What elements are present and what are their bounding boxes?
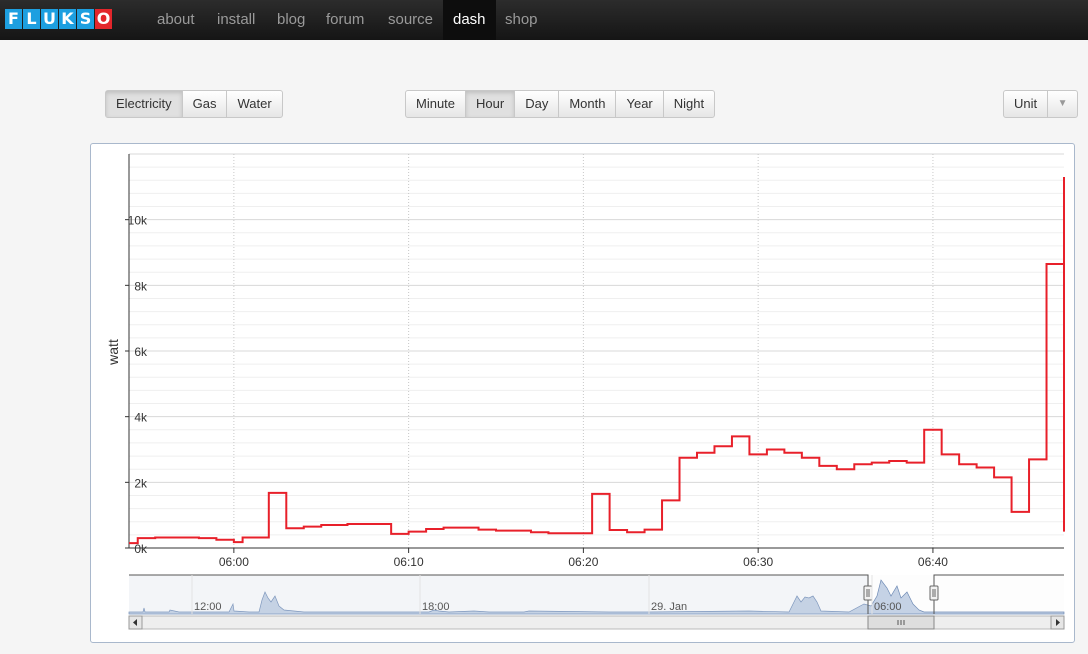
y-axis-label: watt [105, 339, 121, 366]
tab-gas[interactable]: Gas [181, 91, 227, 117]
resource-tabs: Electricity Gas Water [105, 90, 283, 118]
nav-dash[interactable]: dash [443, 0, 496, 40]
tab-hour[interactable]: Hour [465, 91, 515, 117]
navigator-label: 12:00 [194, 601, 222, 613]
top-navbar: F L U K S O about install blog forum sou… [0, 0, 1088, 40]
interval-tabs: Minute Hour Day Month Year Night [405, 90, 716, 118]
nav-blog[interactable]: blog [267, 0, 315, 40]
scroll-left-button[interactable] [128, 615, 143, 630]
caret-down-icon[interactable]: ▼ [1047, 91, 1077, 117]
nav-install[interactable]: install [207, 0, 265, 40]
logo-letter: U [41, 9, 58, 29]
y-tick-label: 4k [134, 411, 148, 425]
tab-electricity[interactable]: Electricity [106, 91, 182, 117]
tab-day[interactable]: Day [514, 91, 558, 117]
logo-letter: F [5, 9, 22, 29]
nav-source[interactable]: source [378, 0, 443, 40]
y-tick-label: 6k [134, 345, 148, 359]
scrollbar-thumb[interactable] [867, 615, 935, 630]
tab-year[interactable]: Year [615, 91, 662, 117]
logo-letter: L [23, 9, 40, 29]
tab-month[interactable]: Month [558, 91, 615, 117]
tab-night[interactable]: Night [662, 91, 714, 117]
nav-forum[interactable]: forum [316, 0, 374, 40]
chart-container: 0k 2k 4k 6k 8k 10k 06:00 06:10 06:20 06:30 06:40 … [90, 143, 1075, 643]
nav-shop[interactable]: shop [495, 0, 548, 40]
logo-letter: S [77, 9, 94, 29]
y-tick-label: 8k [134, 279, 148, 293]
series-line-power [129, 176, 1065, 545]
navigator-handle-right[interactable] [929, 585, 939, 601]
navigator-handle-left[interactable] [863, 585, 873, 601]
logo-letter: O [95, 9, 112, 29]
tab-minute[interactable]: Minute [406, 91, 465, 117]
power-chart[interactable]: 0k2k4k6k8k10k 06:00 06:10 06:20 06:30 06:40 … [91, 144, 1076, 644]
y-tick-label: 10k [128, 214, 148, 228]
navigator-mask-left [129, 575, 869, 614]
scroll-right-button[interactable] [1050, 615, 1065, 630]
logo-letter: K [59, 9, 76, 29]
unit-dropdown[interactable]: Unit ▼ [1003, 90, 1079, 118]
x-axis: 06:00 06:10 06:20 06:30 06:40 [129, 547, 1064, 569]
navigator-label: 29. Jan [651, 601, 687, 613]
y-tick-label: 2k [134, 476, 148, 490]
navigator-label: 18:00 [422, 601, 450, 613]
y-tick-label: 0k [134, 542, 148, 556]
x-tick-label: 06:30 [743, 555, 773, 569]
nav-about[interactable]: about [147, 0, 205, 40]
tab-water[interactable]: Water [226, 91, 281, 117]
x-tick-label: 06:10 [394, 555, 424, 569]
x-tick-label: 06:20 [568, 555, 598, 569]
navigator-label: 06:00 [874, 601, 902, 613]
navigator: 12:00 18:00 29. Jan 06:00 [128, 574, 1065, 630]
flukso-logo[interactable]: F L U K S O [5, 9, 112, 29]
unit-button[interactable]: Unit [1004, 91, 1047, 117]
x-tick-label: 06:40 [918, 555, 948, 569]
chart-grid [129, 153, 1064, 549]
x-tick-label: 06:00 [219, 555, 249, 569]
